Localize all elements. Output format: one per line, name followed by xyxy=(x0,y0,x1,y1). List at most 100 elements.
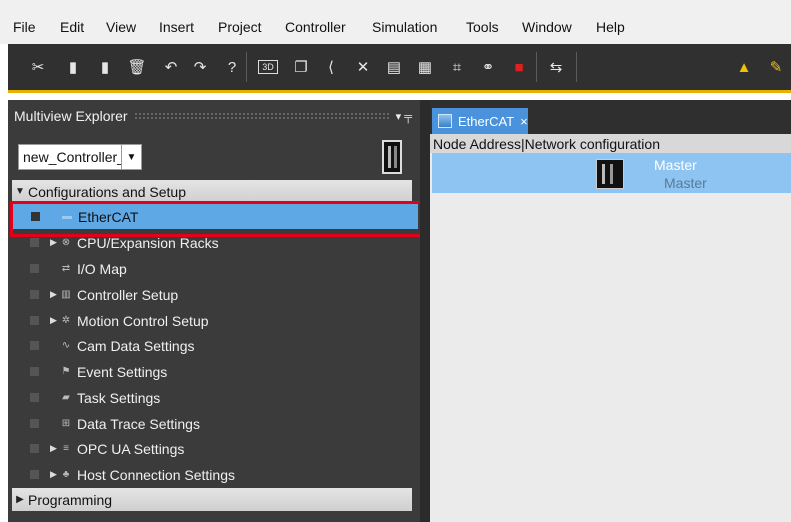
expand-arrow-icon[interactable]: ▶ xyxy=(50,237,57,248)
menu-project[interactable]: Project xyxy=(218,19,262,35)
tree-item-label: EtherCAT xyxy=(78,208,139,225)
menu-help[interactable]: Help xyxy=(596,19,625,35)
explorer-title: Multiview Explorer xyxy=(14,108,128,124)
host-connection-icon: ♣ xyxy=(62,469,70,480)
tree-item-label: Cam Data Settings xyxy=(77,337,195,354)
io-icon[interactable]: ⌗ xyxy=(447,57,467,77)
ethercat-icon: ▬ xyxy=(62,211,72,222)
tree-item-label: Controller Setup xyxy=(77,286,179,303)
menu-bar: File Edit View Insert Project Controller… xyxy=(0,0,791,44)
section-label: Configurations and Setup xyxy=(28,183,186,200)
tree-item-data-trace-settings[interactable]: ⊞ Data Trace Settings xyxy=(12,411,420,436)
delete-icon[interactable]: 🗑 xyxy=(127,57,147,77)
tree-item-label: Data Trace Settings xyxy=(77,415,200,432)
tool-icon[interactable]: ✎ xyxy=(766,57,786,77)
tree-item-opc-ua-settings[interactable]: ▶ ≡ OPC UA Settings xyxy=(12,436,420,461)
compare-icon[interactable]: ✕ xyxy=(353,57,373,77)
menu-insert[interactable]: Insert xyxy=(159,19,194,35)
ethercat-editor: EtherCAT × Node Address | Network config… xyxy=(430,100,791,522)
menu-tools[interactable]: Tools xyxy=(466,19,499,35)
tree-item-event-settings[interactable]: ⚑ Event Settings xyxy=(12,359,420,384)
controller-select[interactable]: new_Controller_0 ▼ xyxy=(18,144,142,170)
3d-view-icon[interactable]: 3D xyxy=(258,60,278,74)
master-device-icon xyxy=(596,159,624,189)
sync-icon[interactable]: ⇆ xyxy=(546,57,566,77)
tab-ethercat[interactable]: EtherCAT × xyxy=(432,108,528,134)
watch-icon[interactable]: ▦ xyxy=(415,57,435,77)
master-model: Master xyxy=(664,175,707,191)
event-icon: ⚑ xyxy=(61,366,71,377)
menu-window[interactable]: Window xyxy=(522,19,572,35)
menu-simulation[interactable]: Simulation xyxy=(372,19,437,35)
toolbar-separator xyxy=(576,52,577,82)
master-node-row[interactable]: Master Master xyxy=(432,153,791,193)
data-trace-icon: ⊞ xyxy=(61,418,71,429)
tree-item-label: CPU/Expansion Racks xyxy=(77,234,219,251)
tree-item-cpu-expansion-racks[interactable]: ▶ ⊗ CPU/Expansion Racks xyxy=(12,230,420,255)
cpu-racks-icon: ⊗ xyxy=(61,237,71,248)
controller-setup-icon: ▥ xyxy=(61,289,71,300)
expand-arrow-icon[interactable]: ▶ xyxy=(50,289,57,300)
master-name: Master xyxy=(654,157,697,173)
close-icon[interactable]: × xyxy=(520,114,528,129)
status-square-icon xyxy=(31,212,40,221)
status-square-icon xyxy=(30,393,39,402)
copy-icon[interactable]: ▮ xyxy=(63,57,83,77)
section-configurations-setup[interactable]: ▼ Configurations and Setup xyxy=(12,180,412,203)
error-icon[interactable]: ■ xyxy=(509,57,529,77)
tree-item-label: Host Connection Settings xyxy=(77,466,235,483)
tree-item-cam-data-settings[interactable]: ∿ Cam Data Settings xyxy=(12,333,420,358)
column-network-configuration[interactable]: Network configuration xyxy=(525,136,660,152)
section-programming[interactable]: ▶ Programming xyxy=(12,488,412,511)
expand-arrow-icon[interactable]: ▶ xyxy=(50,469,57,480)
menu-file[interactable]: File xyxy=(13,19,36,35)
tree-item-label: Task Settings xyxy=(77,389,161,406)
chevron-down-icon[interactable]: ▼ xyxy=(121,145,141,169)
tree-item-label: OPC UA Settings xyxy=(77,440,185,457)
status-square-icon xyxy=(30,470,39,479)
tree-item-motion-control-setup[interactable]: ▶ ✲ Motion Control Setup xyxy=(12,308,420,333)
tree-item-task-settings[interactable]: ▰ Task Settings xyxy=(12,385,420,410)
explorer-pin-controls[interactable]: ▾ ╤ xyxy=(396,110,420,123)
expand-arrow-icon[interactable]: ▼ xyxy=(12,186,28,197)
cut-icon[interactable]: ✂ xyxy=(28,57,48,77)
expand-arrow-icon[interactable]: ▶ xyxy=(50,443,57,454)
tab-label: EtherCAT xyxy=(458,113,515,129)
tree-item-io-map[interactable]: ⇄ I/O Map xyxy=(12,256,420,281)
expand-arrow-icon[interactable]: ▶ xyxy=(50,315,57,326)
toolbar-separator xyxy=(536,52,537,82)
ethercat-tab-icon xyxy=(438,114,452,128)
help-icon[interactable]: ? xyxy=(222,57,242,77)
status-square-icon xyxy=(30,264,39,273)
redo-icon[interactable]: ↷ xyxy=(190,57,210,77)
menu-controller[interactable]: Controller xyxy=(285,19,346,35)
tree-item-host-connection-settings[interactable]: ▶ ♣ Host Connection Settings xyxy=(12,462,420,487)
status-square-icon xyxy=(30,316,39,325)
explorer-grip[interactable] xyxy=(133,112,390,120)
status-square-icon xyxy=(30,290,39,299)
tree-item-ethercat[interactable]: ▬ EtherCAT xyxy=(13,204,418,229)
panel-splitter[interactable] xyxy=(420,100,430,522)
build-icon[interactable]: ⟨ xyxy=(321,57,341,77)
controller-icon xyxy=(382,140,402,174)
cam-data-icon: ∿ xyxy=(61,340,71,351)
warning-icon[interactable]: ▲ xyxy=(734,57,754,77)
section-label: Programming xyxy=(28,491,113,508)
search-icon[interactable]: ⚭ xyxy=(478,57,498,77)
opc-ua-icon: ≡ xyxy=(63,443,69,454)
menu-edit[interactable]: Edit xyxy=(60,19,84,35)
window-icon[interactable]: ❐ xyxy=(291,57,311,77)
motion-control-icon: ✲ xyxy=(61,315,71,326)
column-header: Node Address | Network configuration xyxy=(430,134,791,153)
tree-item-controller-setup[interactable]: ▶ ▥ Controller Setup xyxy=(12,282,420,307)
tree-item-label: Motion Control Setup xyxy=(77,312,209,329)
task-icon: ▰ xyxy=(62,392,70,403)
tree-item-label: I/O Map xyxy=(77,260,127,277)
column-node-address[interactable]: Node Address xyxy=(430,136,521,152)
monitor-icon[interactable]: ▤ xyxy=(384,57,404,77)
undo-icon[interactable]: ↶ xyxy=(161,57,181,77)
menu-view[interactable]: View xyxy=(106,19,136,35)
expand-arrow-icon[interactable]: ▶ xyxy=(12,494,28,505)
status-square-icon xyxy=(30,444,39,453)
paste-icon[interactable]: ▮ xyxy=(95,57,115,77)
